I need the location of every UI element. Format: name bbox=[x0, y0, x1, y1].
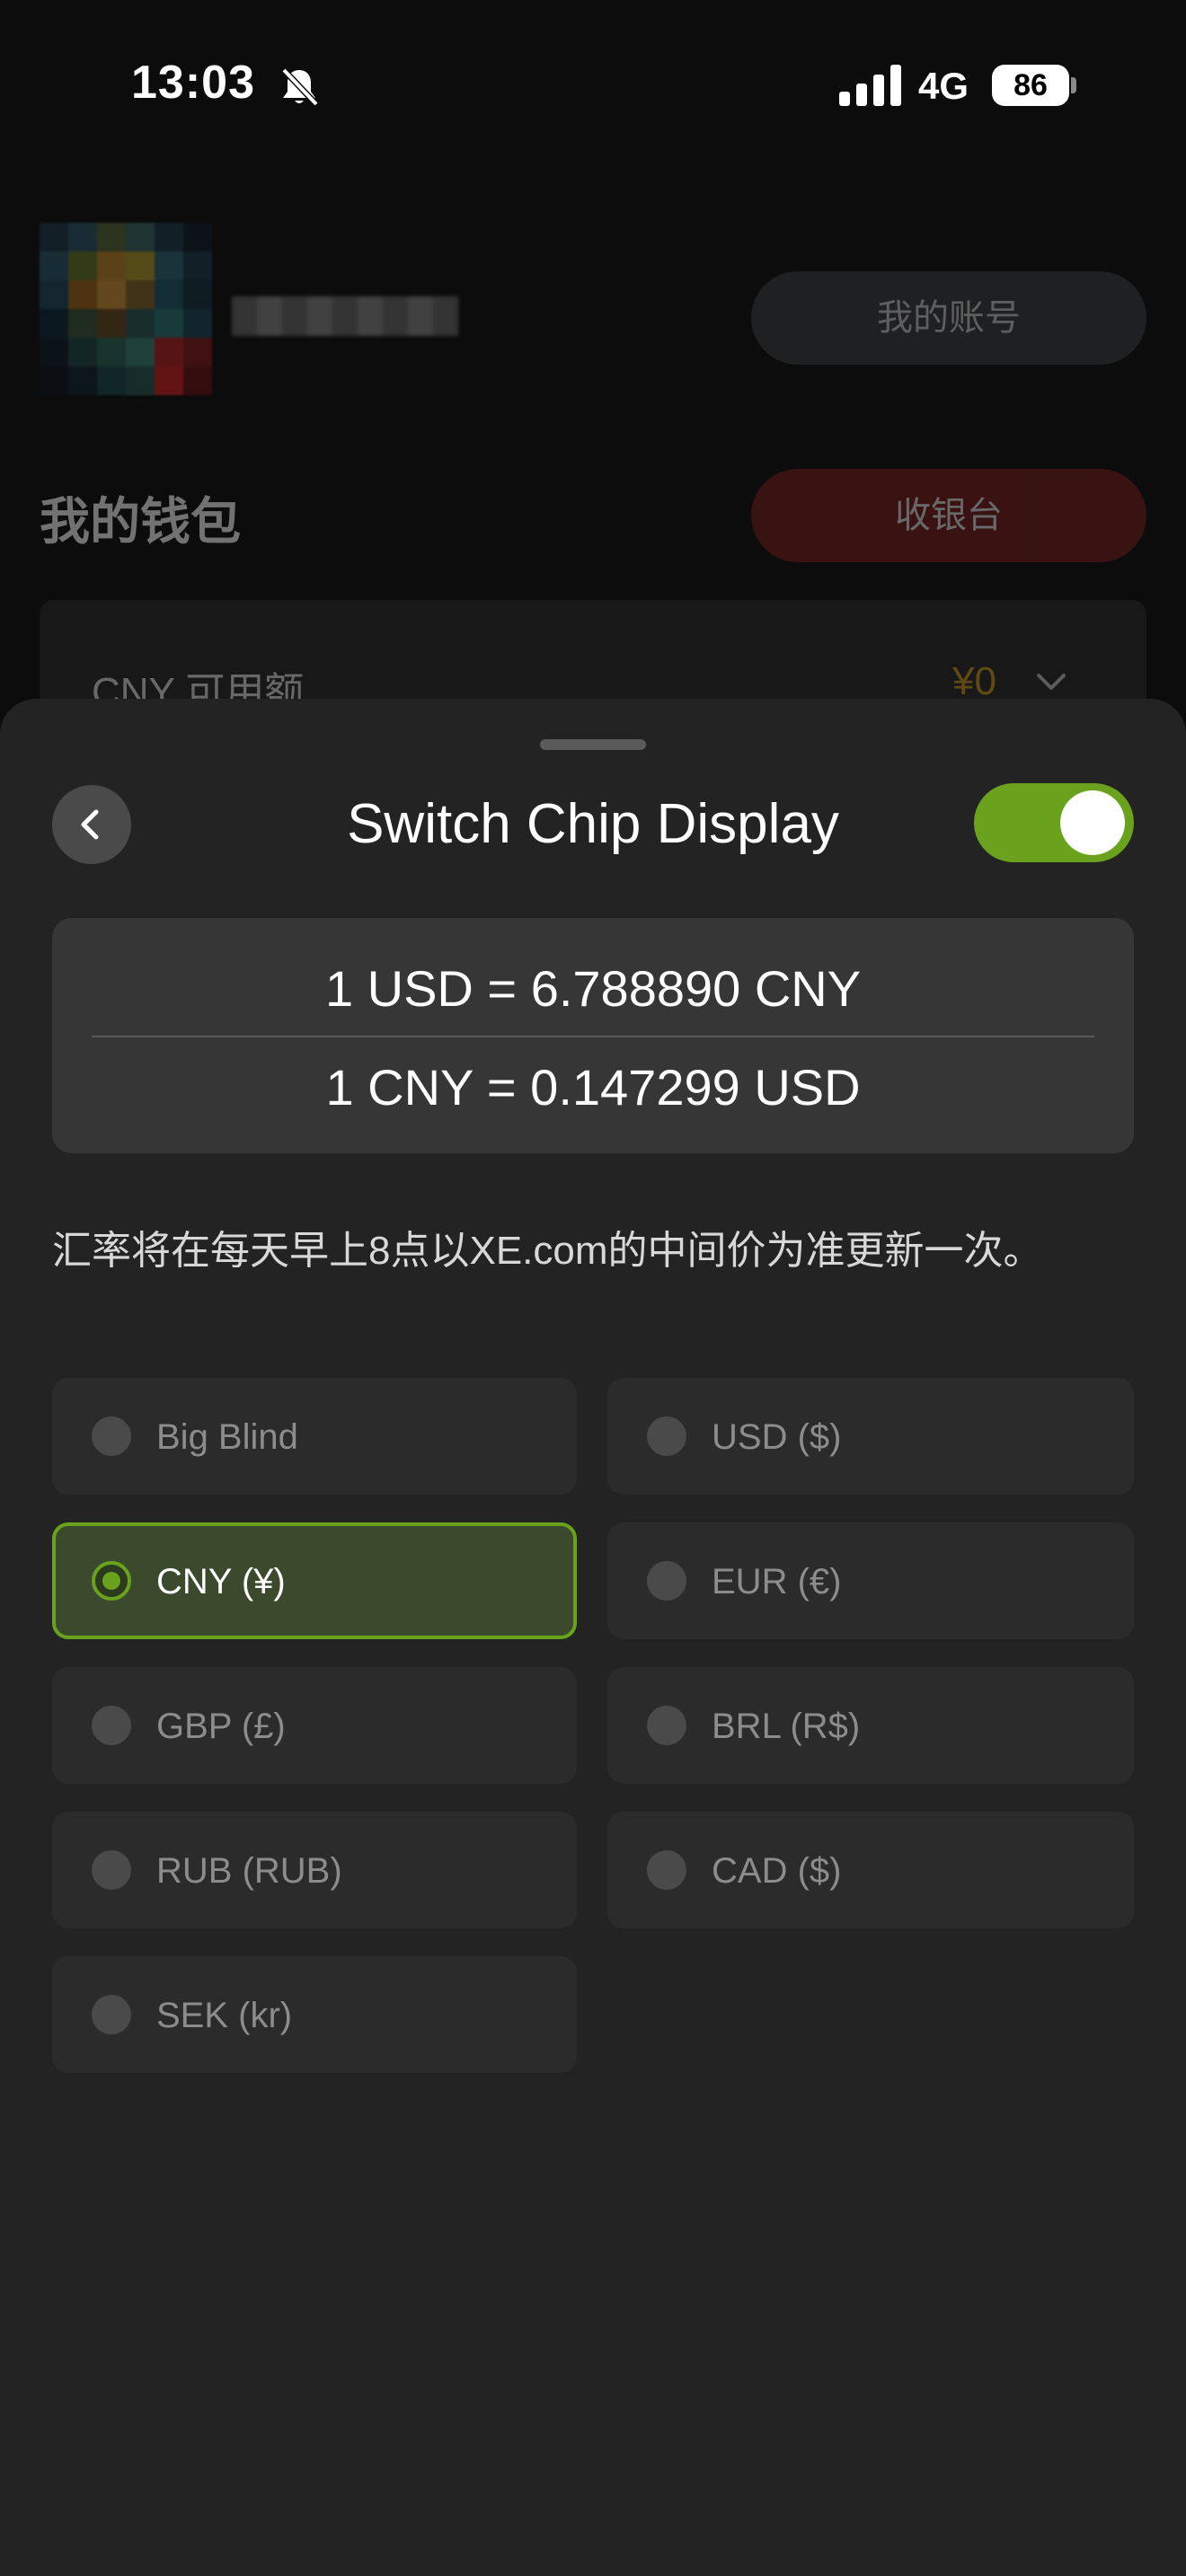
option-eur[interactable]: EUR (€) bbox=[607, 1522, 1134, 1639]
sheet-title: Switch Chip Display bbox=[347, 793, 839, 855]
chevron-down-icon[interactable] bbox=[1033, 665, 1069, 701]
rate-update-note: 汇率将在每天早上8点以XE.com的中间价为准更新一次。 bbox=[52, 1229, 1043, 1273]
chip-display-toggle[interactable] bbox=[974, 783, 1134, 862]
drag-handle[interactable] bbox=[540, 739, 646, 750]
option-gbp[interactable]: GBP (£) bbox=[52, 1667, 577, 1784]
chip-display-sheet: Switch Chip Display 1 USD = 6.788890 CNY… bbox=[0, 699, 1186, 2576]
battery-cap bbox=[1071, 77, 1076, 93]
radio-selected-icon bbox=[92, 1561, 131, 1601]
status-bar: 13:03 4G 86 bbox=[0, 0, 1186, 171]
option-label: GBP (£) bbox=[156, 1707, 286, 1746]
option-label: CAD ($) bbox=[712, 1851, 842, 1891]
option-cny[interactable]: CNY (¥) bbox=[52, 1522, 577, 1639]
option-label: Big Blind bbox=[156, 1417, 298, 1457]
radio-icon bbox=[647, 1706, 686, 1745]
option-label: USD ($) bbox=[712, 1417, 842, 1457]
option-usd[interactable]: USD ($) bbox=[607, 1378, 1134, 1495]
radio-icon bbox=[647, 1850, 686, 1890]
radio-icon bbox=[647, 1416, 686, 1456]
option-label: SEK (kr) bbox=[156, 1996, 293, 2035]
radio-icon bbox=[92, 1995, 131, 2034]
rate-cny-to-usd: 1 CNY = 0.147299 USD bbox=[325, 1059, 861, 1116]
bell-muted-icon bbox=[281, 67, 319, 107]
option-label: CNY (¥) bbox=[156, 1562, 286, 1601]
option-sek[interactable]: SEK (kr) bbox=[52, 1956, 577, 2073]
option-label: BRL (R$) bbox=[712, 1707, 861, 1746]
back-button[interactable] bbox=[52, 785, 131, 864]
rate-divider bbox=[92, 1036, 1094, 1037]
toggle-knob bbox=[1060, 790, 1125, 855]
balance-amount: ¥0 bbox=[952, 659, 996, 703]
chevron-left-icon bbox=[81, 809, 99, 840]
radio-icon bbox=[647, 1561, 686, 1601]
screen: 我的账号 我的钱包 收银台 CNY 可用额 ¥0 13:03 4G 86 Swi… bbox=[0, 0, 1186, 2576]
wallet-title: 我的钱包 bbox=[40, 493, 241, 550]
battery-icon: 86 bbox=[992, 65, 1069, 106]
network-label: 4G bbox=[918, 65, 969, 107]
my-account-button[interactable]: 我的账号 bbox=[751, 271, 1146, 365]
signal-icon bbox=[839, 65, 901, 106]
option-big-blind[interactable]: Big Blind bbox=[52, 1378, 577, 1495]
radio-icon bbox=[92, 1416, 131, 1456]
avatar bbox=[40, 223, 212, 395]
radio-icon bbox=[92, 1850, 131, 1890]
option-rub[interactable]: RUB (RUB) bbox=[52, 1812, 577, 1928]
radio-icon bbox=[92, 1706, 131, 1745]
username-blurred bbox=[232, 296, 458, 336]
status-time: 13:03 bbox=[131, 57, 255, 109]
option-label: EUR (€) bbox=[712, 1562, 842, 1601]
option-label: RUB (RUB) bbox=[156, 1851, 342, 1891]
rate-usd-to-cny: 1 USD = 6.788890 CNY bbox=[324, 960, 862, 1017]
checkout-button[interactable]: 收银台 bbox=[751, 469, 1146, 562]
option-brl[interactable]: BRL (R$) bbox=[607, 1667, 1134, 1784]
exchange-rate-card: 1 USD = 6.788890 CNY 1 CNY = 0.147299 US… bbox=[52, 918, 1134, 1153]
option-cad[interactable]: CAD ($) bbox=[607, 1812, 1134, 1928]
